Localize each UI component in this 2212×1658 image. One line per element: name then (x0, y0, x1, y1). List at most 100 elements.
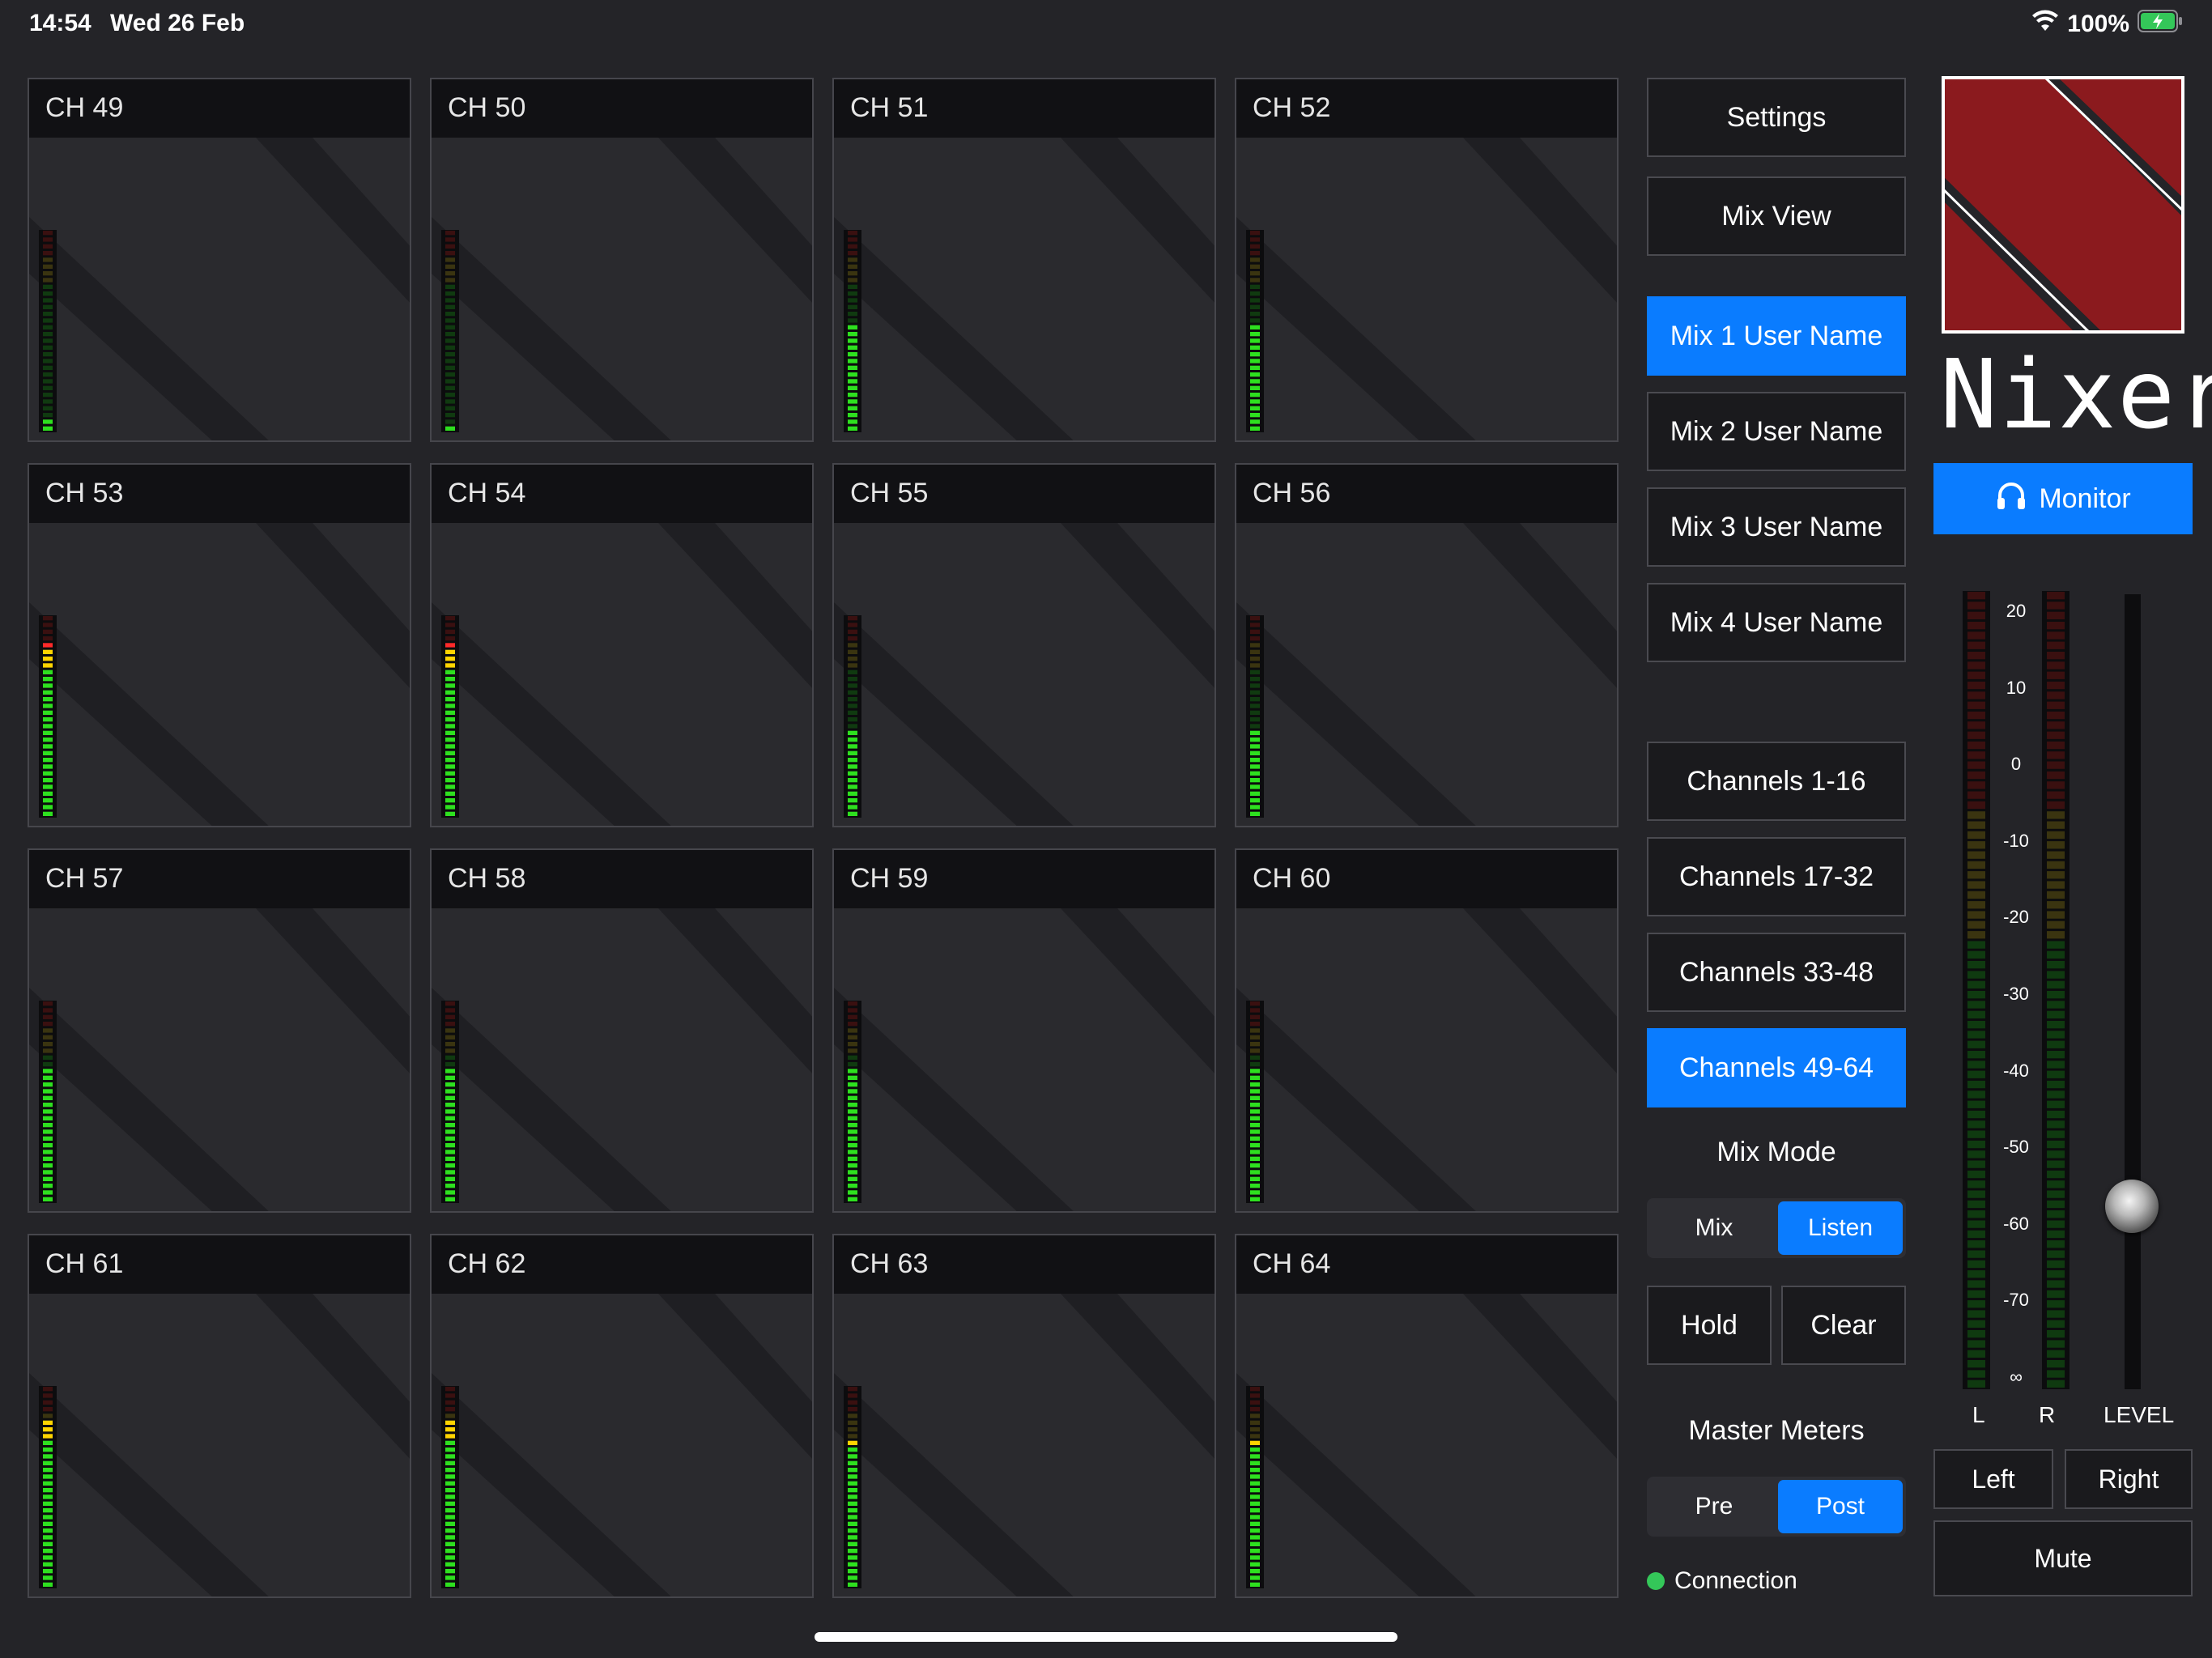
master-meter-segment (2047, 1140, 2065, 1149)
channel-tile[interactable]: CH 62 (430, 1234, 814, 1598)
status-bar: 14:54 Wed 26 Feb 100% (0, 0, 2212, 49)
bank-channels-17-32-button[interactable]: Channels 17-32 (1647, 837, 1906, 916)
master-meter-segment (1967, 911, 1985, 919)
channel-tile[interactable]: CH 52 (1235, 78, 1619, 442)
monitor-button[interactable]: Monitor (1933, 463, 2193, 534)
meter-segment (848, 1468, 857, 1473)
meter-segment (43, 1400, 53, 1405)
channel-tile[interactable]: CH 55 (832, 463, 1216, 827)
master-meter-segment (1967, 950, 1985, 959)
settings-button[interactable]: Settings (1647, 78, 1906, 157)
channel-tile[interactable]: CH 56 (1235, 463, 1619, 827)
meter-segment (445, 1555, 455, 1560)
channel-tile[interactable]: CH 54 (430, 463, 814, 827)
meter-segment (43, 1575, 53, 1580)
meter-segment (43, 1062, 53, 1067)
meter-segment (445, 717, 455, 722)
channel-tile[interactable]: CH 60 (1235, 848, 1619, 1213)
channel-tile[interactable]: CH 50 (430, 78, 814, 442)
channel-tile[interactable]: CH 61 (28, 1234, 411, 1598)
hold-button[interactable]: Hold (1647, 1286, 1772, 1365)
master-scale-label: -30 (2003, 984, 2029, 1004)
meter-segment (1250, 758, 1260, 763)
meter-segment (1250, 1535, 1260, 1540)
master-meter-segment (1967, 1130, 1985, 1138)
master-meters-post-option[interactable]: Post (1778, 1480, 1903, 1533)
master-meter-segment (1967, 701, 1985, 709)
bank-channels-33-48-button[interactable]: Channels 33-48 (1647, 933, 1906, 1012)
meter-segment (445, 1103, 455, 1107)
mix-mode-listen-option[interactable]: Listen (1778, 1201, 1903, 1255)
meter-segment (445, 778, 455, 783)
master-meter-segment (2047, 1310, 2065, 1318)
channel-tile[interactable]: CH 63 (832, 1234, 1216, 1598)
clear-button[interactable]: Clear (1781, 1286, 1906, 1365)
meter-segment (43, 393, 53, 397)
mix-view-button[interactable]: Mix View (1647, 176, 1906, 256)
master-meter-segment (2047, 751, 2065, 759)
meter-segment (848, 352, 857, 357)
meter-segment (43, 291, 53, 296)
meter-segment (445, 1501, 455, 1506)
status-time: 14:54 (29, 10, 91, 36)
meter-segment (1250, 1190, 1260, 1195)
meter-segment (43, 784, 53, 789)
meter-segment (848, 791, 857, 796)
meter-segment (445, 1407, 455, 1412)
meter-segment (445, 1123, 455, 1128)
master-meter-segment (2047, 801, 2065, 810)
bank-channels-1-16-button[interactable]: Channels 1-16 (1647, 742, 1906, 821)
master-meter-segment (2047, 1090, 2065, 1099)
channel-tile[interactable]: CH 53 (28, 463, 411, 827)
meter-segment (1250, 805, 1260, 810)
channel-meter (441, 1001, 459, 1203)
meter-segment (43, 657, 53, 661)
mix-2-button[interactable]: Mix 2 User Name (1647, 392, 1906, 471)
master-scale-label: -40 (2003, 1060, 2029, 1081)
meter-segment (43, 1103, 53, 1107)
meter-segment (43, 1555, 53, 1560)
meter-segment (445, 332, 455, 337)
master-meter-segment (2047, 1070, 2065, 1078)
channel-tile[interactable]: CH 59 (832, 848, 1216, 1213)
channel-tile[interactable]: CH 58 (430, 848, 814, 1213)
channel-header: CH 60 (1236, 850, 1617, 908)
mix-mode-mix-option[interactable]: Mix (1652, 1201, 1776, 1255)
channel-tile[interactable]: CH 57 (28, 848, 411, 1213)
meter-segment (445, 251, 455, 256)
meter-segment (43, 670, 53, 674)
meter-segment (43, 237, 53, 242)
meter-segment (848, 1460, 857, 1465)
mute-button[interactable]: Mute (1933, 1520, 2193, 1596)
meter-segment (43, 264, 53, 269)
level-fader-track[interactable] (2125, 594, 2141, 1389)
meter-segment (445, 271, 455, 276)
meter-segment (445, 670, 455, 674)
meter-segment (848, 1420, 857, 1425)
meter-segment (1250, 325, 1260, 329)
meter-segment (445, 1474, 455, 1479)
battery-charging-icon (2138, 9, 2183, 40)
mix-3-button[interactable]: Mix 3 User Name (1647, 487, 1906, 567)
meter-segment (43, 1468, 53, 1473)
master-meters-pre-option[interactable]: Pre (1652, 1480, 1776, 1533)
meter-segment (1250, 1048, 1260, 1053)
meter-segment (848, 1501, 857, 1506)
right-button[interactable]: Right (2065, 1449, 2193, 1509)
meter-segment (43, 325, 53, 329)
mix-4-button[interactable]: Mix 4 User Name (1647, 583, 1906, 662)
meter-segment (445, 345, 455, 350)
left-button[interactable]: Left (1933, 1449, 2053, 1509)
channel-meter (844, 615, 861, 818)
channel-tile[interactable]: CH 49 (28, 78, 411, 442)
channel-tile[interactable]: CH 64 (1235, 1234, 1619, 1598)
channel-tile[interactable]: CH 51 (832, 78, 1216, 442)
bank-channels-49-64-button[interactable]: Channels 49-64 (1647, 1028, 1906, 1107)
channel-name: CH 50 (448, 92, 526, 123)
channel-name: CH 59 (850, 863, 929, 894)
meter-segment (1250, 683, 1260, 688)
meter-segment (848, 1014, 857, 1019)
master-meter-segment (2047, 1220, 2065, 1228)
level-fader-knob[interactable] (2105, 1180, 2159, 1234)
mix-1-button[interactable]: Mix 1 User Name (1647, 296, 1906, 376)
